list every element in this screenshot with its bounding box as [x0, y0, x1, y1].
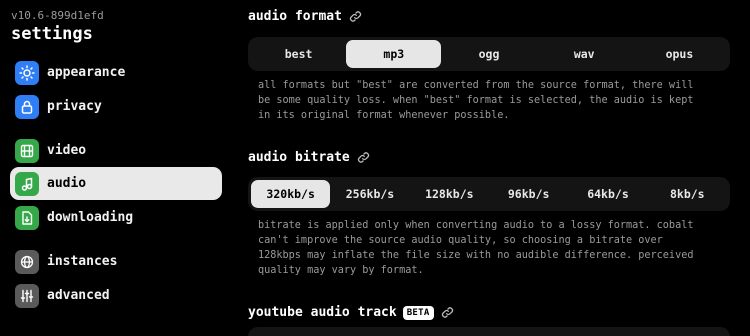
sidebar-item-appearance[interactable]: appearance	[10, 56, 222, 89]
audio-format-description: all formats but "best" are converted fro…	[258, 80, 694, 121]
music-note-icon	[15, 171, 39, 196]
sidebar-item-audio[interactable]: audio	[10, 167, 222, 200]
format-option-ogg[interactable]: ogg	[441, 40, 536, 68]
bitrate-option-320[interactable]: 320kb/s	[251, 180, 331, 208]
lock-icon	[15, 94, 39, 119]
format-option-wav[interactable]: wav	[537, 40, 632, 68]
sliders-icon	[15, 283, 39, 308]
sidebar-item-advanced[interactable]: advanced	[10, 279, 222, 312]
sidebar-item-label: instances	[47, 254, 118, 269]
section-title: audio format	[248, 9, 342, 24]
bitrate-option-8[interactable]: 8kb/s	[648, 180, 727, 208]
sidebar-item-label: video	[47, 143, 87, 158]
film-icon	[15, 138, 39, 163]
sidebar-item-label: downloading	[47, 210, 134, 225]
section-title: youtube audio track	[248, 305, 397, 320]
audio-bitrate-heading: audio bitrate	[248, 150, 370, 165]
version-label: v10.6-899d1efd	[11, 9, 104, 22]
sidebar-item-label: advanced	[47, 288, 110, 303]
sidebar-item-instances[interactable]: instances	[10, 245, 222, 278]
audio-format-switcher: best mp3 ogg wav opus	[248, 37, 730, 71]
bitrate-option-256[interactable]: 256kb/s	[330, 180, 409, 208]
youtube-audio-track-heading: youtube audio track BETA	[248, 305, 454, 320]
format-option-opus[interactable]: opus	[632, 40, 727, 68]
bitrate-option-128[interactable]: 128kb/s	[410, 180, 489, 208]
globe-icon	[15, 249, 39, 274]
link-icon[interactable]	[441, 306, 454, 319]
sidebar: v10.6-899d1efd settings appearance priva…	[0, 0, 236, 336]
link-icon[interactable]	[357, 151, 370, 164]
format-option-best[interactable]: best	[251, 40, 346, 68]
format-option-mp3[interactable]: mp3	[346, 40, 442, 68]
audio-bitrate-switcher: 320kb/s 256kb/s 128kb/s 96kb/s 64kb/s 8k…	[248, 177, 730, 211]
sidebar-item-label: privacy	[47, 99, 102, 114]
page-title: settings	[11, 24, 93, 44]
sun-icon	[15, 60, 39, 85]
sidebar-item-label: audio	[47, 176, 87, 191]
sidebar-item-downloading[interactable]: downloading	[10, 201, 222, 234]
bitrate-option-64[interactable]: 64kb/s	[568, 180, 647, 208]
bitrate-option-96[interactable]: 96kb/s	[489, 180, 568, 208]
audio-bitrate-description: bitrate is applied only when converting …	[258, 220, 694, 276]
audio-format-heading: audio format	[248, 9, 362, 24]
sidebar-item-video[interactable]: video	[10, 134, 222, 167]
youtube-audio-track-panel	[248, 327, 730, 336]
sidebar-item-label: appearance	[47, 65, 126, 80]
sidebar-item-privacy[interactable]: privacy	[10, 90, 222, 123]
beta-badge: BETA	[402, 305, 434, 320]
section-title: audio bitrate	[248, 150, 350, 165]
link-icon[interactable]	[349, 10, 362, 23]
file-download-icon	[15, 205, 39, 230]
